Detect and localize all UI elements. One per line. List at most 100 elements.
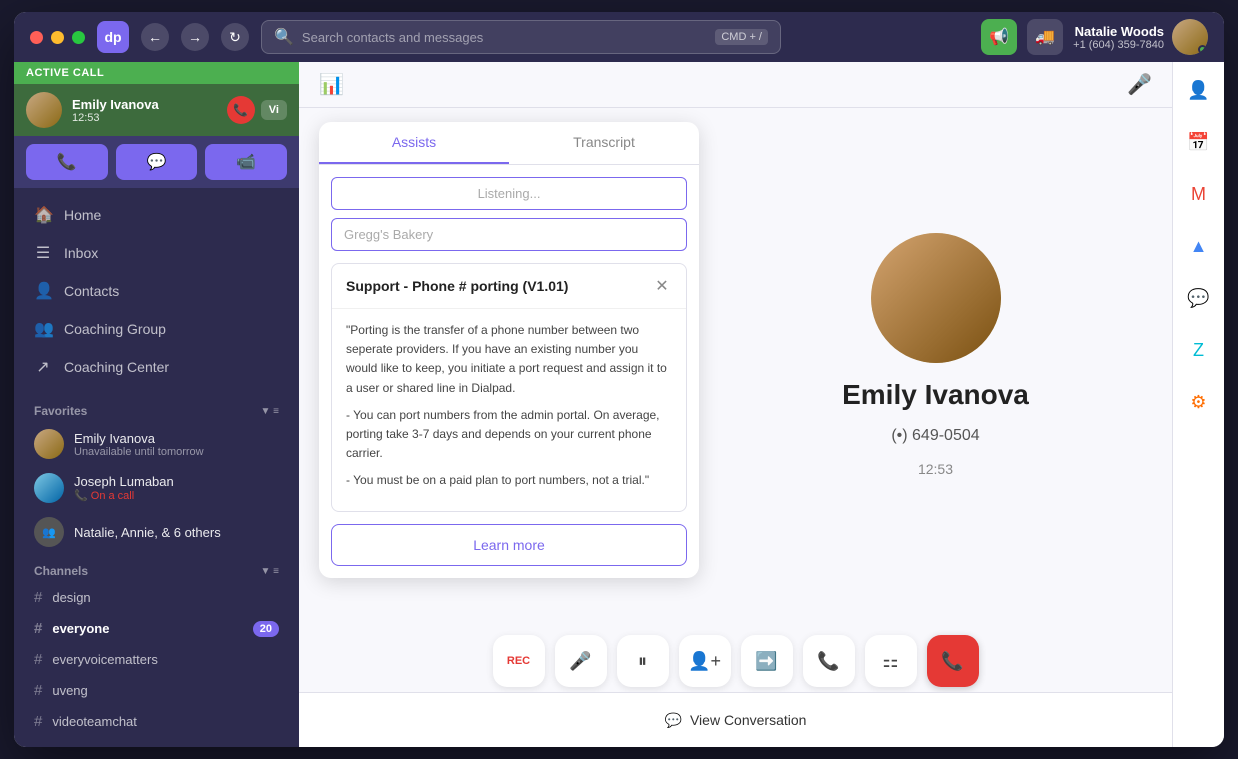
truck-button[interactable]: 🚚 bbox=[1027, 19, 1063, 55]
maximize-button[interactable] bbox=[72, 31, 85, 44]
close-button[interactable] bbox=[30, 31, 43, 44]
fav-status-emily: Unavailable until tomorrow bbox=[74, 446, 279, 458]
call-action-buttons: 📞 Vi bbox=[227, 96, 287, 124]
chat-icon[interactable]: 💬 bbox=[1181, 280, 1217, 316]
fav-name-emily: Emily Ivanova bbox=[74, 431, 279, 446]
contacts-icon: 👤 bbox=[34, 281, 52, 301]
hash-icon: # bbox=[34, 713, 42, 730]
nav-coaching-center[interactable]: ↗ Coaching Center bbox=[14, 348, 299, 386]
channel-everyone[interactable]: # everyone 20 bbox=[14, 613, 299, 644]
fav-avatar-group: 👥 bbox=[34, 517, 64, 547]
transfer-button[interactable]: ➡️ bbox=[741, 635, 793, 687]
active-call-row: Emily Ivanova 12:53 📞 Vi bbox=[14, 84, 299, 136]
vi-button[interactable]: Vi bbox=[261, 100, 287, 120]
channels-toggle[interactable]: ▼ ≡ bbox=[260, 566, 279, 577]
channel-productteam[interactable]: # productteamatlarge bbox=[14, 737, 299, 747]
phone-options-button[interactable]: 📞 bbox=[803, 635, 855, 687]
end-call-main-button[interactable]: 📞 bbox=[927, 635, 979, 687]
end-call-button[interactable]: 📞 bbox=[227, 96, 255, 124]
icon-rail: 👤 📅 M ▲ 💬 Z ⚙ bbox=[1172, 62, 1224, 747]
megaphone-button[interactable]: 📢 bbox=[981, 19, 1017, 55]
channels-header: Channels ▼ ≡ bbox=[14, 554, 299, 582]
search-input[interactable] bbox=[302, 30, 707, 45]
nav-contacts[interactable]: 👤 Contacts bbox=[14, 272, 299, 310]
avatar[interactable] bbox=[1172, 19, 1208, 55]
caller-name: Emily Ivanova bbox=[72, 97, 217, 112]
nav-coaching-group[interactable]: 👥 Coaching Group bbox=[14, 310, 299, 348]
popup-close-button[interactable]: ✕ bbox=[652, 276, 672, 296]
contact-avatar-large bbox=[871, 233, 1001, 363]
fav-name-group: Natalie, Annie, & 6 others bbox=[74, 525, 279, 540]
tab-assists[interactable]: Assists bbox=[319, 122, 509, 164]
assists-tabs: Assists Transcript bbox=[319, 122, 699, 165]
coaching-center-icon: ↗ bbox=[34, 357, 52, 377]
channel-design[interactable]: # design bbox=[14, 582, 299, 613]
record-button[interactable]: REC bbox=[493, 635, 545, 687]
on-call-dot: 📞 bbox=[74, 490, 91, 502]
fav-joseph[interactable]: Joseph Lumaban 📞 On a call bbox=[14, 466, 299, 510]
search-in-card[interactable]: Gregg's Bakery bbox=[331, 218, 687, 251]
call-avatar bbox=[26, 92, 62, 128]
window-controls bbox=[30, 31, 85, 44]
view-conversation-bar[interactable]: 💬 View Conversation bbox=[299, 692, 1172, 747]
right-topbar: 📊 🎤 bbox=[299, 62, 1172, 108]
minimize-button[interactable] bbox=[51, 31, 64, 44]
forward-button[interactable]: → bbox=[181, 23, 209, 51]
coaching-group-icon: 👥 bbox=[34, 319, 52, 339]
add-participant-button[interactable]: 👤+ bbox=[679, 635, 731, 687]
keypad-button[interactable]: ⚏ bbox=[865, 635, 917, 687]
hold-button[interactable]: ⏸ bbox=[617, 635, 669, 687]
active-call-label: Active Call bbox=[26, 67, 287, 79]
online-indicator bbox=[1198, 45, 1207, 54]
assists-card: Assists Transcript Listening... Gregg's … bbox=[319, 122, 699, 578]
nav-home[interactable]: 🏠 Home bbox=[14, 196, 299, 234]
mic-icon-top[interactable]: 🎤 bbox=[1127, 72, 1152, 97]
hash-icon: # bbox=[34, 620, 42, 637]
popup-body-2: - You can port numbers from the admin po… bbox=[346, 406, 672, 464]
titlebar-right: 📢 🚚 Natalie Woods +1 (604) 359-7840 bbox=[981, 19, 1208, 55]
call-message-button[interactable]: 💬 bbox=[116, 144, 198, 180]
channel-everyone-label: everyone bbox=[52, 621, 109, 636]
mute-button[interactable]: 🎤 bbox=[555, 635, 607, 687]
gmail-icon[interactable]: M bbox=[1181, 176, 1217, 212]
drive-icon[interactable]: ▲ bbox=[1181, 228, 1217, 264]
channel-productteam-label: productteamatlarge bbox=[52, 745, 164, 747]
fav-status-joseph: 📞 On a call bbox=[74, 489, 279, 502]
call-phone-button[interactable]: 📞 bbox=[26, 144, 108, 180]
call-controls: REC 🎤 ⏸ 👤+ ➡️ 📞 ⚏ 📞 bbox=[299, 635, 1172, 687]
popup-body-1: "Porting is the transfer of a phone numb… bbox=[346, 321, 672, 398]
calendar-icon[interactable]: 📅 bbox=[1181, 124, 1217, 160]
favorites-toggle[interactable]: ▼ ≡ bbox=[260, 406, 279, 417]
zendesk-icon[interactable]: Z bbox=[1181, 332, 1217, 368]
nav-coaching-group-label: Coaching Group bbox=[64, 321, 166, 337]
channel-everyone-badge: 20 bbox=[253, 621, 279, 637]
fav-group[interactable]: 👥 Natalie, Annie, & 6 others bbox=[14, 510, 299, 554]
fav-emily[interactable]: Emily Ivanova Unavailable until tomorrow bbox=[14, 422, 299, 466]
call-info: Emily Ivanova 12:53 bbox=[72, 97, 217, 124]
call-video-button[interactable]: 📹 bbox=[205, 144, 287, 180]
tab-transcript[interactable]: Transcript bbox=[509, 122, 699, 164]
person-icon[interactable]: 👤 bbox=[1181, 72, 1217, 108]
learn-more-button[interactable]: Learn more bbox=[331, 524, 687, 566]
nav-inbox-label: Inbox bbox=[64, 245, 98, 261]
app-logo: dp bbox=[97, 21, 129, 53]
hubspot-icon[interactable]: ⚙ bbox=[1181, 384, 1217, 420]
nav-inbox[interactable]: ☰ Inbox bbox=[14, 234, 299, 272]
home-icon: 🏠 bbox=[34, 205, 52, 225]
channel-uveng[interactable]: # uveng bbox=[14, 675, 299, 706]
contact-area: Emily Ivanova (•) 649-0504 12:53 bbox=[699, 112, 1172, 597]
right-panel: 📊 🎤 Assists Transcript Listening... Greg… bbox=[299, 62, 1172, 747]
fav-info-emily: Emily Ivanova Unavailable until tomorrow bbox=[74, 431, 279, 458]
back-button[interactable]: ← bbox=[141, 23, 169, 51]
search-icon: 🔍 bbox=[274, 27, 294, 47]
fav-info-joseph: Joseph Lumaban 📞 On a call bbox=[74, 474, 279, 502]
channel-videoteamchat[interactable]: # videoteamchat bbox=[14, 706, 299, 737]
user-phone: +1 (604) 359-7840 bbox=[1073, 39, 1164, 51]
nav-home-label: Home bbox=[64, 207, 101, 223]
channel-design-label: design bbox=[52, 590, 90, 605]
inbox-icon: ☰ bbox=[34, 243, 52, 263]
refresh-button[interactable]: ↻ bbox=[221, 23, 249, 51]
conversation-icon: 💬 bbox=[665, 712, 682, 729]
channel-everyvoicematters[interactable]: # everyvoicematters bbox=[14, 644, 299, 675]
bars-icon: 📊 bbox=[319, 72, 344, 97]
